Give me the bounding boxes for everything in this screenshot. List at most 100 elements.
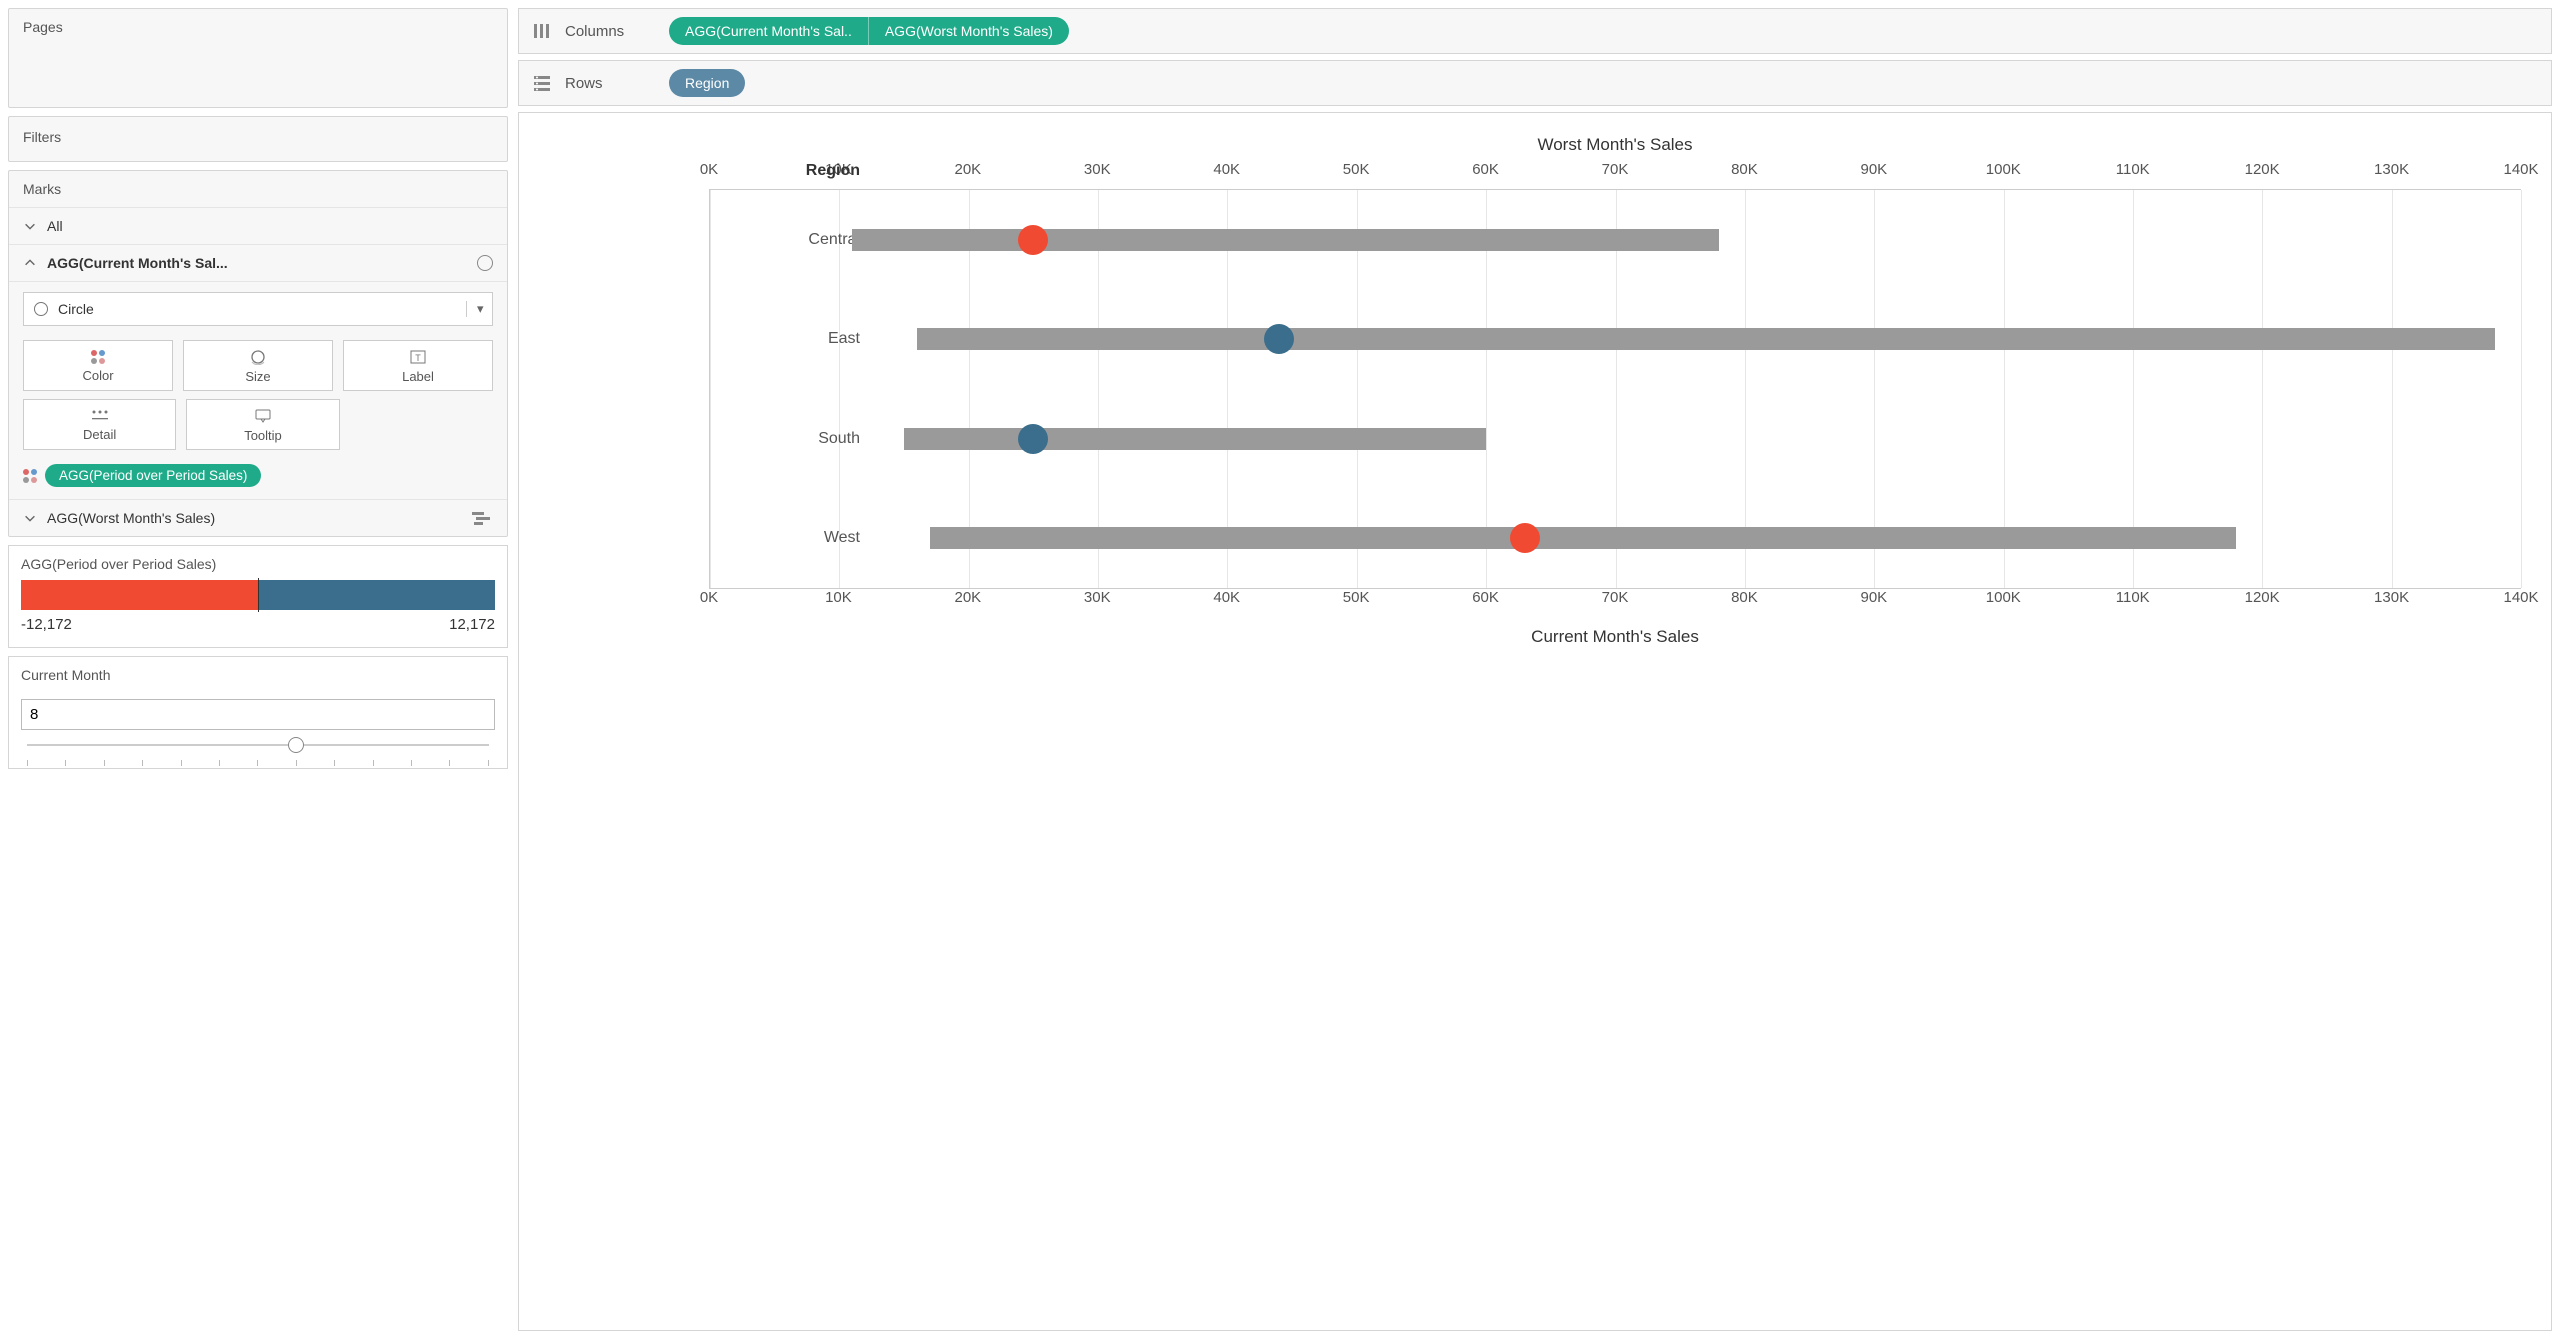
chart-view: Worst Month's Sales 0K10K20K30K40K50K60K…: [518, 112, 2552, 1331]
legend-max: 12,172: [449, 616, 495, 633]
chevron-down-icon: [23, 511, 37, 525]
marks-detail-label: Detail: [83, 427, 116, 442]
dot-west[interactable]: [1510, 523, 1540, 553]
marks-size[interactable]: Size: [183, 340, 333, 391]
axis-tick: 40K: [1213, 161, 1240, 178]
marks-color-label: Color: [82, 368, 113, 383]
mark-type-value: Circle: [58, 301, 456, 317]
axis-tick: 120K: [2245, 589, 2280, 606]
chevron-up-icon: [23, 256, 37, 270]
detail-icon: [90, 409, 110, 423]
axis-tick: 110K: [2116, 589, 2150, 606]
chevron-down-icon: [23, 219, 37, 233]
axis-tick: 60K: [1472, 589, 1499, 606]
columns-label: Columns: [565, 23, 655, 40]
dot-south[interactable]: [1018, 424, 1048, 454]
rows-label: Rows: [565, 75, 655, 92]
axis-tick: 30K: [1084, 161, 1111, 178]
axis-tick: 130K: [2374, 589, 2409, 606]
marks-card-worst[interactable]: AGG(Worst Month's Sales): [9, 499, 507, 536]
bar-south[interactable]: [904, 428, 1486, 450]
marks-card-worst-label: AGG(Worst Month's Sales): [47, 510, 461, 526]
marks-label: Marks: [9, 171, 507, 208]
pages-shelf[interactable]: Pages: [8, 8, 508, 108]
marks-properties: Color Size T Label: [9, 336, 507, 399]
marks-label[interactable]: T Label: [343, 340, 493, 391]
marks-tooltip[interactable]: Tooltip: [186, 399, 339, 450]
svg-text:T: T: [415, 353, 421, 363]
column-pill-2[interactable]: AGG(Worst Month's Sales): [869, 17, 1069, 45]
circle-icon: [477, 255, 493, 271]
axis-tick: 90K: [1860, 161, 1887, 178]
legend-title: AGG(Period over Period Sales): [21, 556, 495, 572]
axis-tick: 60K: [1472, 161, 1499, 178]
row-label: East: [720, 330, 860, 348]
axis-tick: 50K: [1343, 161, 1370, 178]
legend-gradient: [21, 580, 495, 610]
columns-icon: [533, 23, 551, 39]
marks-all-label: All: [47, 218, 493, 234]
tooltip-icon: [254, 408, 272, 424]
marks-card-current[interactable]: AGG(Current Month's Sal...: [9, 245, 507, 282]
axis-tick: 80K: [1731, 161, 1758, 178]
rows-shelf[interactable]: Rows Region: [518, 60, 2552, 106]
rows-icon: [533, 75, 551, 91]
param-title: Current Month: [21, 667, 495, 683]
axis-tick: 100K: [1986, 589, 2021, 606]
color-legend[interactable]: AGG(Period over Period Sales) -12,172 12…: [8, 545, 508, 648]
columns-shelf[interactable]: Columns AGG(Current Month's Sal.. AGG(Wo…: [518, 8, 2552, 54]
bar-central[interactable]: [852, 229, 1719, 251]
axis-tick: 70K: [1602, 589, 1629, 606]
parameter-card: Current Month: [8, 656, 508, 769]
filters-shelf[interactable]: Filters: [8, 116, 508, 162]
axis-tick: 30K: [1084, 589, 1111, 606]
axis-tick: 70K: [1602, 161, 1629, 178]
marks-color[interactable]: Color: [23, 340, 173, 391]
color-pill[interactable]: AGG(Period over Period Sales): [45, 464, 261, 487]
color-encoding-row: AGG(Period over Period Sales): [9, 458, 507, 499]
dropdown-icon: ▾: [466, 301, 482, 317]
marks-card: Marks All AGG(Current Month's Sal... Cir…: [8, 170, 508, 537]
slider-handle[interactable]: [288, 737, 304, 753]
mark-type-select[interactable]: Circle ▾: [23, 292, 493, 326]
marks-size-label: Size: [245, 369, 270, 384]
axis-tick: 140K: [2503, 589, 2538, 606]
row-label: South: [720, 430, 860, 448]
filters-label: Filters: [9, 117, 507, 157]
dot-central[interactable]: [1018, 225, 1048, 255]
pages-label: Pages: [9, 9, 507, 45]
axis-tick: 20K: [954, 589, 981, 606]
axis-tick: 140K: [2503, 161, 2538, 178]
row-pill[interactable]: Region: [669, 69, 745, 97]
label-icon: T: [409, 349, 427, 365]
marks-tooltip-label: Tooltip: [244, 428, 282, 443]
marks-properties-2: Detail Tooltip: [9, 399, 507, 458]
bar-west[interactable]: [930, 527, 2237, 549]
axis-tick: 130K: [2374, 161, 2409, 178]
top-axis-title: Worst Month's Sales: [709, 135, 2521, 155]
size-icon: [248, 349, 268, 365]
region-header: Region: [720, 162, 860, 180]
column-pill-1[interactable]: AGG(Current Month's Sal..: [669, 17, 869, 45]
axis-tick: 80K: [1731, 589, 1758, 606]
axis-tick: 120K: [2245, 161, 2280, 178]
axis-tick: 110K: [2116, 161, 2150, 178]
bottom-axis-title: Current Month's Sales: [709, 627, 2521, 647]
marks-card-current-label: AGG(Current Month's Sal...: [47, 255, 467, 271]
axis-tick: 50K: [1343, 589, 1370, 606]
dot-east[interactable]: [1264, 324, 1294, 354]
bar-east[interactable]: [917, 328, 2495, 350]
circle-icon: [34, 302, 48, 316]
axis-tick: 0K: [700, 161, 718, 178]
gantt-icon: [471, 511, 493, 525]
param-input[interactable]: [21, 699, 495, 730]
axis-tick: 90K: [1860, 589, 1887, 606]
legend-min: -12,172: [21, 616, 72, 633]
marks-detail[interactable]: Detail: [23, 399, 176, 450]
row-label: Central: [720, 231, 860, 249]
axis-tick: 40K: [1213, 589, 1240, 606]
axis-tick: 0K: [700, 589, 718, 606]
marks-all-row[interactable]: All: [9, 208, 507, 245]
param-slider[interactable]: [21, 730, 495, 766]
axis-tick: 20K: [954, 161, 981, 178]
